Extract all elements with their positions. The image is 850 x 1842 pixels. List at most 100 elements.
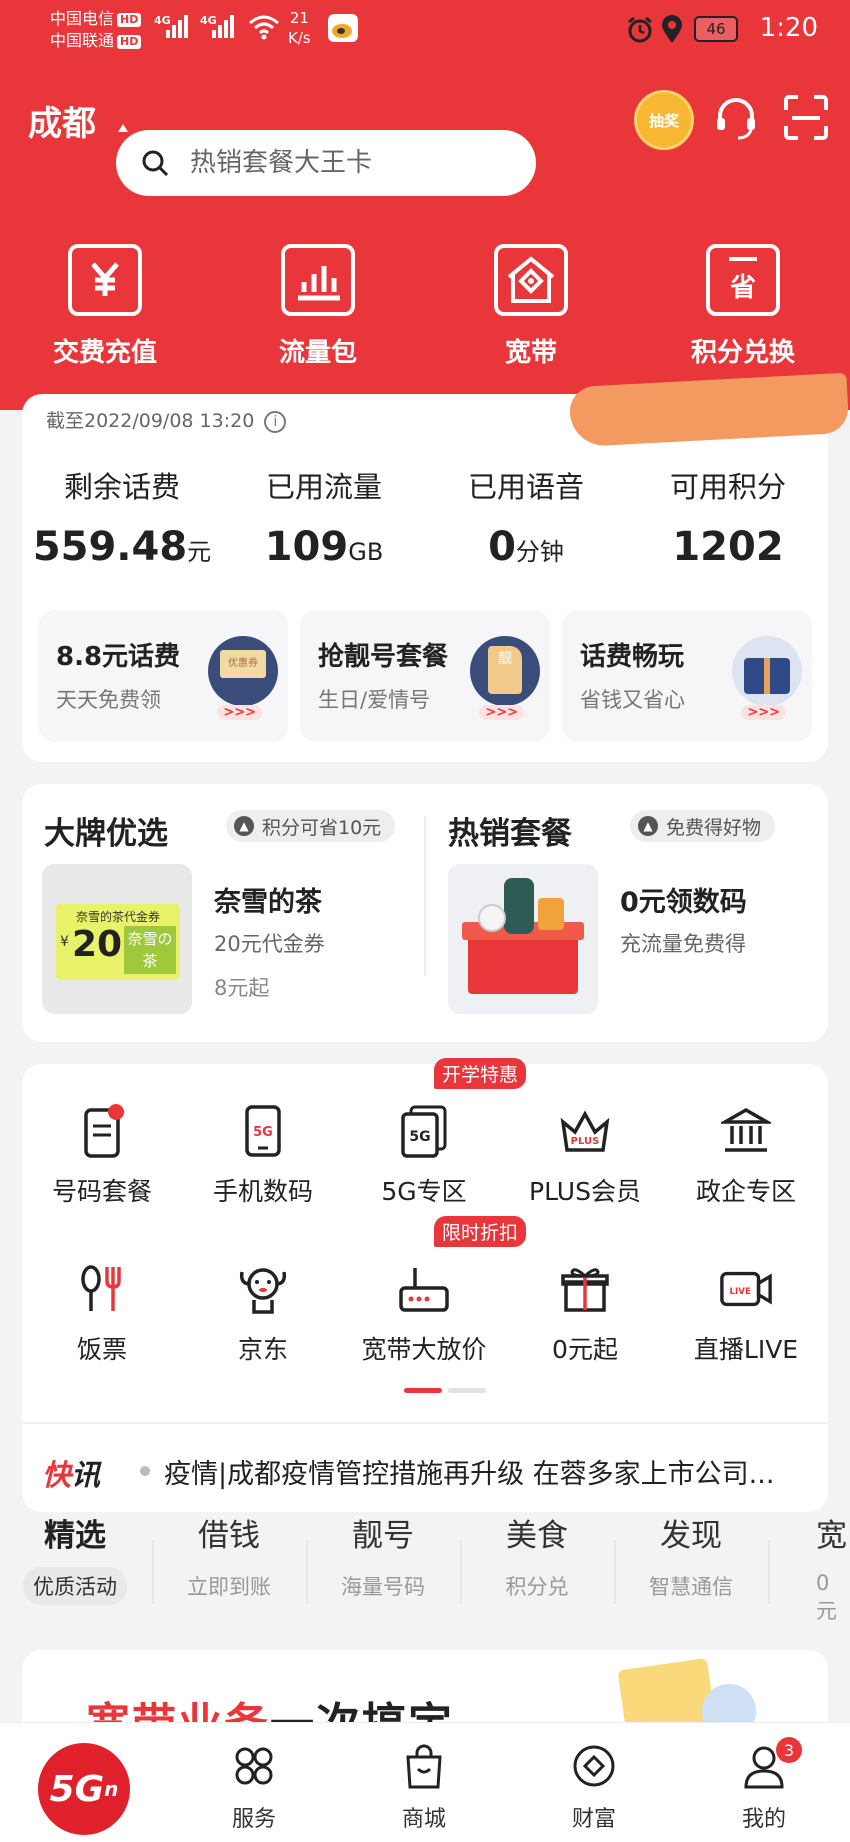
scan-icon[interactable] — [782, 94, 830, 142]
broadband-icon — [494, 244, 568, 316]
speed-unit: K/s — [288, 29, 311, 47]
news-headline[interactable]: 疫情|成都疫情管控措施再升级 在蓉多家上市公司... — [164, 1452, 814, 1491]
voucher-currency: ¥ — [60, 934, 69, 950]
service-label: 直播LIVE — [693, 1335, 799, 1364]
coupon-envelope-icon: 优惠券 — [208, 636, 278, 706]
tab-broadband[interactable]: 宽 0元 — [770, 1510, 850, 1629]
bottom-navigation: 5G n 服务 商城 财富 我的 3 — [0, 1722, 850, 1842]
section-title-brands: 大牌优选 — [44, 816, 168, 852]
voucher-image[interactable]: 奈雪的茶代金券 ¥ 20 奈雪の茶 — [42, 864, 192, 1014]
5g-zone-icon: 5G — [397, 1104, 451, 1158]
svg-text:5G: 5G — [253, 1125, 273, 1140]
product-name[interactable]: 0元领数码 — [620, 880, 747, 919]
promo-free-credit[interactable]: 8.8元话费 天天免费领 优惠券 >>> — [38, 610, 288, 742]
customer-service-icon[interactable] — [712, 94, 760, 142]
tab-featured[interactable]: 精选 优质活动 — [0, 1510, 150, 1605]
service-enterprise[interactable]: 政企专区 — [666, 1104, 826, 1208]
promo-lucky-number[interactable]: 抢靓号套餐 生日/爱情号 靓 >>> — [300, 610, 550, 742]
stat-unit: GB — [348, 538, 384, 566]
promo-arrow: >>> — [217, 705, 262, 720]
promo-title: 8.8元话费 — [56, 642, 181, 672]
home-5g-logo[interactable]: 5G n — [38, 1743, 130, 1835]
tab-loan[interactable]: 借钱 立即到账 — [154, 1510, 304, 1605]
carrier-info: 中国电信 HD 中国联通 HD — [50, 8, 142, 52]
stat-data-used[interactable]: 已用流量 109GB — [224, 464, 424, 570]
promo-subtitle: 省钱又省心 — [580, 688, 685, 712]
account-summary-card: 截至2022/09/08 13:20 i 剩余话费 559.48元 已用流量 10… — [22, 394, 828, 762]
lottery-button[interactable]: 抽奖 — [634, 90, 694, 150]
gift-box-image[interactable] — [448, 864, 598, 1014]
points-card-icon: 省 — [706, 244, 780, 316]
services-card: 号码套餐 5G 手机数码 5G 5G专区 开学特惠 PLUS PLUS会员 政企… — [22, 1058, 828, 1512]
stat-voice-used[interactable]: 已用语音 0分钟 — [426, 464, 626, 570]
chip-text: 免费得好物 — [666, 816, 762, 839]
service-meal-ticket[interactable]: 饭票 — [22, 1262, 182, 1366]
location-icon — [662, 15, 682, 43]
nav-label: 商城 — [401, 1807, 446, 1832]
tab-desc: 海量号码 — [341, 1575, 425, 1599]
signal-2-icon — [212, 14, 234, 38]
service-plus-member[interactable]: PLUS PLUS会员 — [505, 1104, 665, 1208]
featured-card: 大牌优选 ▲ 积分可省10元 奈雪的茶代金券 ¥ 20 奈雪の茶 奈雪的茶 20元… — [22, 784, 828, 1042]
quick-action-label: 流量包 — [278, 338, 357, 368]
city-selector[interactable]: 成都 — [28, 96, 96, 145]
free-gift-chip[interactable]: ▲ 免费得好物 — [630, 810, 776, 842]
service-live[interactable]: LIVE 直播LIVE — [666, 1262, 826, 1366]
nav-services[interactable]: 服务 — [204, 1741, 304, 1833]
service-jd[interactable]: 京东 — [183, 1262, 343, 1366]
service-zero-price[interactable]: 0元起 — [505, 1262, 665, 1366]
quick-action-recharge[interactable]: 交费充值 — [30, 244, 180, 369]
nav-mall[interactable]: 商城 — [374, 1741, 474, 1833]
stat-balance[interactable]: 剩余话费 559.48元 — [22, 464, 222, 570]
tab-discover[interactable]: 发现 智慧通信 — [616, 1510, 766, 1605]
stat-label: 剩余话费 — [63, 470, 180, 504]
tab-desc: 0元 — [816, 1571, 837, 1623]
quick-action-data-pack[interactable]: 流量包 — [243, 244, 393, 369]
news-ticker[interactable]: 快讯 疫情|成都疫情管控措施再升级 在蓉多家上市公司... — [22, 1422, 828, 1512]
service-label: 5G专区 — [381, 1177, 467, 1206]
quick-action-broadband[interactable]: 宽带 — [456, 244, 606, 369]
search-bar[interactable] — [116, 130, 536, 196]
stat-label: 可用积分 — [669, 470, 786, 504]
tab-name: 发现 — [660, 1518, 722, 1554]
promo-arrow: >>> — [479, 705, 524, 720]
lottery-label: 抽奖 — [648, 111, 679, 130]
wealth-icon — [544, 1741, 644, 1791]
promo-credit-fun[interactable]: 话费畅玩 省钱又省心 >>> — [562, 610, 812, 742]
notification-badge: 3 — [776, 1737, 802, 1763]
tab-desc: 积分兑 — [505, 1575, 569, 1599]
svg-text:PLUS: PLUS — [571, 1136, 600, 1147]
quick-action-points-exchange[interactable]: 省 积分兑换 — [668, 244, 818, 369]
stat-points[interactable]: 可用积分 1202 — [628, 464, 828, 570]
info-icon[interactable]: i — [264, 410, 287, 433]
tab-name: 靓号 — [352, 1518, 414, 1554]
nav-label: 服务 — [231, 1807, 276, 1832]
stat-value: 109 — [264, 524, 349, 570]
phone-plan-icon — [75, 1104, 129, 1158]
svg-text:LIVE: LIVE — [730, 1287, 751, 1297]
tab-food[interactable]: 美食 积分兑 — [462, 1510, 612, 1605]
nav-wealth[interactable]: 财富 — [544, 1741, 644, 1833]
service-5g-zone[interactable]: 5G 5G专区 开学特惠 — [344, 1058, 527, 1208]
sim-text: 靓 — [488, 646, 522, 694]
service-phones[interactable]: 5G 手机数码 — [183, 1104, 343, 1208]
phone-5g-icon: 5G — [236, 1104, 290, 1158]
nav-profile[interactable]: 我的 3 — [714, 1737, 814, 1833]
service-number-plan[interactable]: 号码套餐 — [22, 1104, 182, 1208]
grid-flower-icon — [204, 1741, 304, 1791]
points-card-bar — [729, 256, 757, 261]
service-label: 饭票 — [76, 1335, 127, 1364]
search-input[interactable] — [190, 148, 490, 178]
voucher-title: 奈雪的茶代金券 — [75, 910, 160, 924]
sim-card-icon: 靓 — [470, 636, 540, 706]
points-saving-chip[interactable]: ▲ 积分可省10元 — [226, 810, 396, 842]
voucher-ticket: 奈雪的茶代金券 ¥ 20 奈雪の茶 — [56, 904, 180, 980]
product-name[interactable]: 奈雪的茶 — [214, 880, 322, 919]
section-title-hot-plans: 热销套餐 — [448, 816, 572, 852]
fork-spoon-icon — [75, 1262, 129, 1316]
service-broadband-sale[interactable]: 宽带大放价 限时折扣 — [344, 1216, 527, 1366]
jd-dog-icon — [236, 1262, 290, 1316]
tab-lucky-number[interactable]: 靓号 海量号码 — [308, 1510, 458, 1605]
gift-icon — [558, 1262, 612, 1316]
battery-level: 46 — [706, 20, 726, 38]
